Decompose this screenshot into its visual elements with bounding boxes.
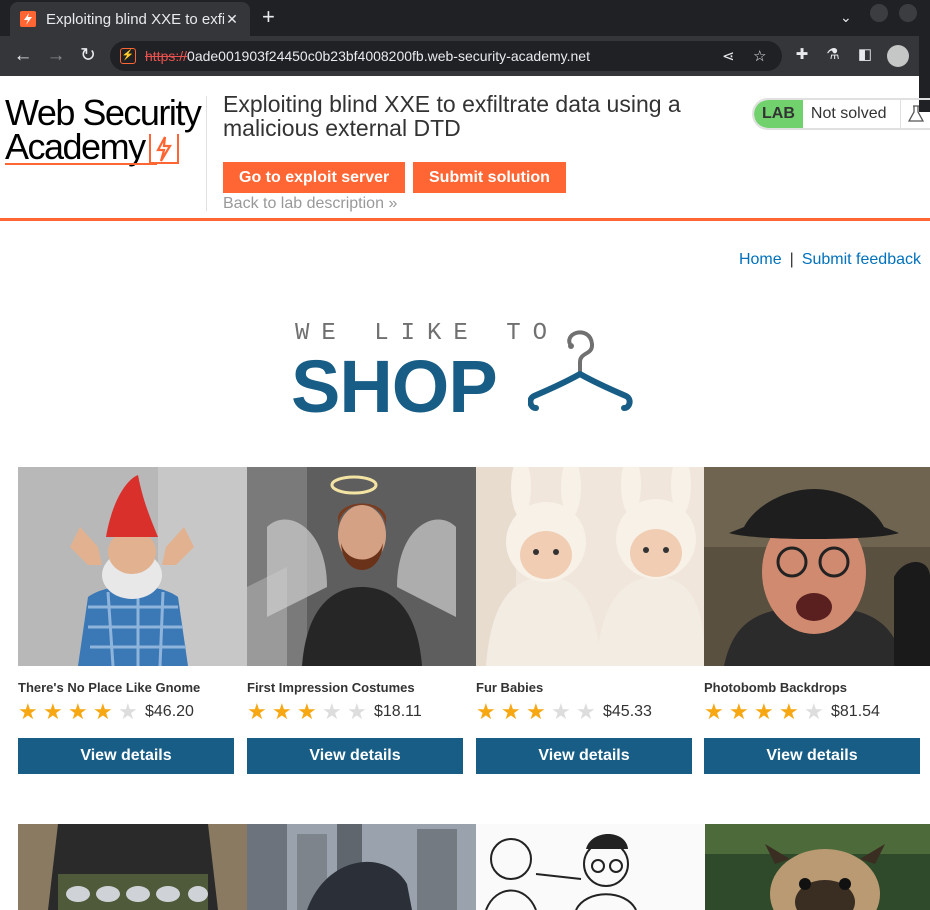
product-price: $18.11 [374,703,422,720]
product-image[interactable] [247,467,476,666]
close-tab-icon[interactable]: ✕ [224,11,240,28]
nav-separator: | [789,251,794,268]
star-icon: ★ [322,699,342,724]
product-name: Photobomb Backdrops [704,680,848,695]
product-image[interactable] [705,824,930,910]
labs-flask-icon[interactable]: ⚗ [823,45,843,65]
product-name: There's No Place Like Gnome [18,680,201,695]
product-price: $81.54 [831,703,880,720]
star-icon: ★ [18,699,38,724]
star-icon: ★ [297,699,317,724]
star-icon: ★ [729,699,749,724]
product-rating: ★ ★ ★ ★ ★ $45.33 [476,701,652,723]
academy-logo[interactable]: Web Security Academy [5,92,205,167]
view-details-button[interactable]: View details [704,738,920,774]
star-icon: ★ [526,699,546,724]
browser-tabstrip: Exploiting blind XXE to exfiltrate data … [0,0,930,36]
product-image[interactable] [247,824,476,910]
shop-banner: WE LIKE TO SHOP [291,320,655,428]
view-details-button[interactable]: View details [476,738,692,774]
logo-line-1: Web Security [5,92,202,133]
browser-tab[interactable]: Exploiting blind XXE to exfiltrate data … [10,2,250,36]
address-bar[interactable]: ⚡ https://0ade001903f24450c0b23bf4008200… [110,41,782,71]
product-price: $45.33 [603,703,652,720]
home-link[interactable]: Home [739,251,782,268]
star-icon: ★ [754,699,774,724]
browser-toolbar: ← → ↻ ⚡ https://0ade001903f24450c0b23bf4… [0,36,930,112]
lab-status-widget: LAB Not solved [752,98,930,130]
product-rating: ★ ★ ★ ★ ★ $81.54 [704,701,880,723]
window-minimize-button[interactable] [870,4,888,22]
product-name: First Impression Costumes [247,680,415,695]
star-icon: ★ [247,699,267,724]
product-card: Fur Babies ★ ★ ★ ★ ★ $45.33 View details [476,467,705,774]
back-to-lab-description-link[interactable]: Back to lab description » [223,195,397,213]
submit-feedback-link[interactable]: Submit feedback [802,251,921,268]
back-arrow-icon[interactable]: ← [11,44,35,68]
product-rating: ★ ★ ★ ★ ★ $46.20 [18,701,194,723]
flask-icon [900,100,930,128]
lab-header: Web Security Academy Exploiting blind XX… [0,76,930,221]
product-card: Photobomb Backdrops ★ ★ ★ ★ ★ $81.54 View de… [704,467,930,774]
lab-badge: LAB [754,100,803,128]
product-image[interactable] [18,824,247,910]
forward-arrow-icon[interactable]: → [44,44,68,68]
star-icon: ★ [576,699,596,724]
lab-status-text: Not solved [810,105,887,122]
star-icon: ★ [118,699,138,724]
star-icon: ★ [93,699,113,724]
submit-solution-button[interactable]: Submit solution [413,162,566,193]
product-image[interactable] [18,467,247,666]
star-icon: ★ [272,699,292,724]
lab-title: Exploiting blind XXE to exfiltrate data … [223,91,681,141]
star-icon: ★ [476,699,496,724]
tab-search-icon[interactable]: ⌄ [840,9,852,26]
logo-line-2: Academy [5,126,146,167]
banner-shop-word: SHOP [291,345,498,428]
banner-tagline: WE LIKE TO [295,320,560,347]
product-rating: ★ ★ ★ ★ ★ $18.11 [247,701,422,723]
product-name: Fur Babies [476,680,544,695]
view-details-button[interactable]: View details [247,738,463,774]
logo-underline [5,163,157,165]
star-icon: ★ [68,699,88,724]
view-details-button[interactable]: View details [18,738,234,774]
star-icon: ★ [43,699,63,724]
side-panel-icon[interactable]: ◧ [855,45,875,65]
favicon-icon [20,11,36,27]
star-icon: ★ [551,699,571,724]
share-icon[interactable]: ⋖ [722,47,735,65]
star-icon: ★ [804,699,824,724]
not-secure-icon[interactable]: ⚡ [120,48,136,64]
bookmark-star-icon[interactable]: ☆ [753,47,766,65]
product-image[interactable] [476,467,705,666]
go-to-exploit-server-button[interactable]: Go to exploit server [223,162,406,193]
tab-title: Exploiting blind XXE to exfiltrate data … [46,10,224,28]
top-navigation: Home | Submit feedback [739,251,921,269]
product-card: There's No Place Like Gnome ★ ★ ★ ★ ★ $46.20… [18,467,247,774]
extensions-icon[interactable]: ✚ [792,45,812,65]
window-maximize-button[interactable] [899,4,917,22]
star-icon: ★ [704,699,724,724]
url-text[interactable]: https://0ade001903f24450c0b23bf4008200fb… [145,48,590,64]
reload-icon[interactable]: ↻ [76,44,100,68]
star-icon: ★ [347,699,367,724]
chevron-right-icon: » [388,195,398,212]
product-price: $46.20 [145,703,194,720]
hanger-icon [528,330,633,411]
header-divider [206,96,207,211]
product-card: First Impression Costumes ★ ★ ★ ★ ★ $18.11 V… [247,467,476,774]
star-icon: ★ [501,699,521,724]
new-tab-icon[interactable]: + [262,6,275,28]
profile-avatar[interactable] [887,45,909,67]
product-image[interactable] [704,467,930,666]
logo-bolt-icon [148,134,179,164]
product-image[interactable] [476,824,705,910]
star-icon: ★ [779,699,799,724]
